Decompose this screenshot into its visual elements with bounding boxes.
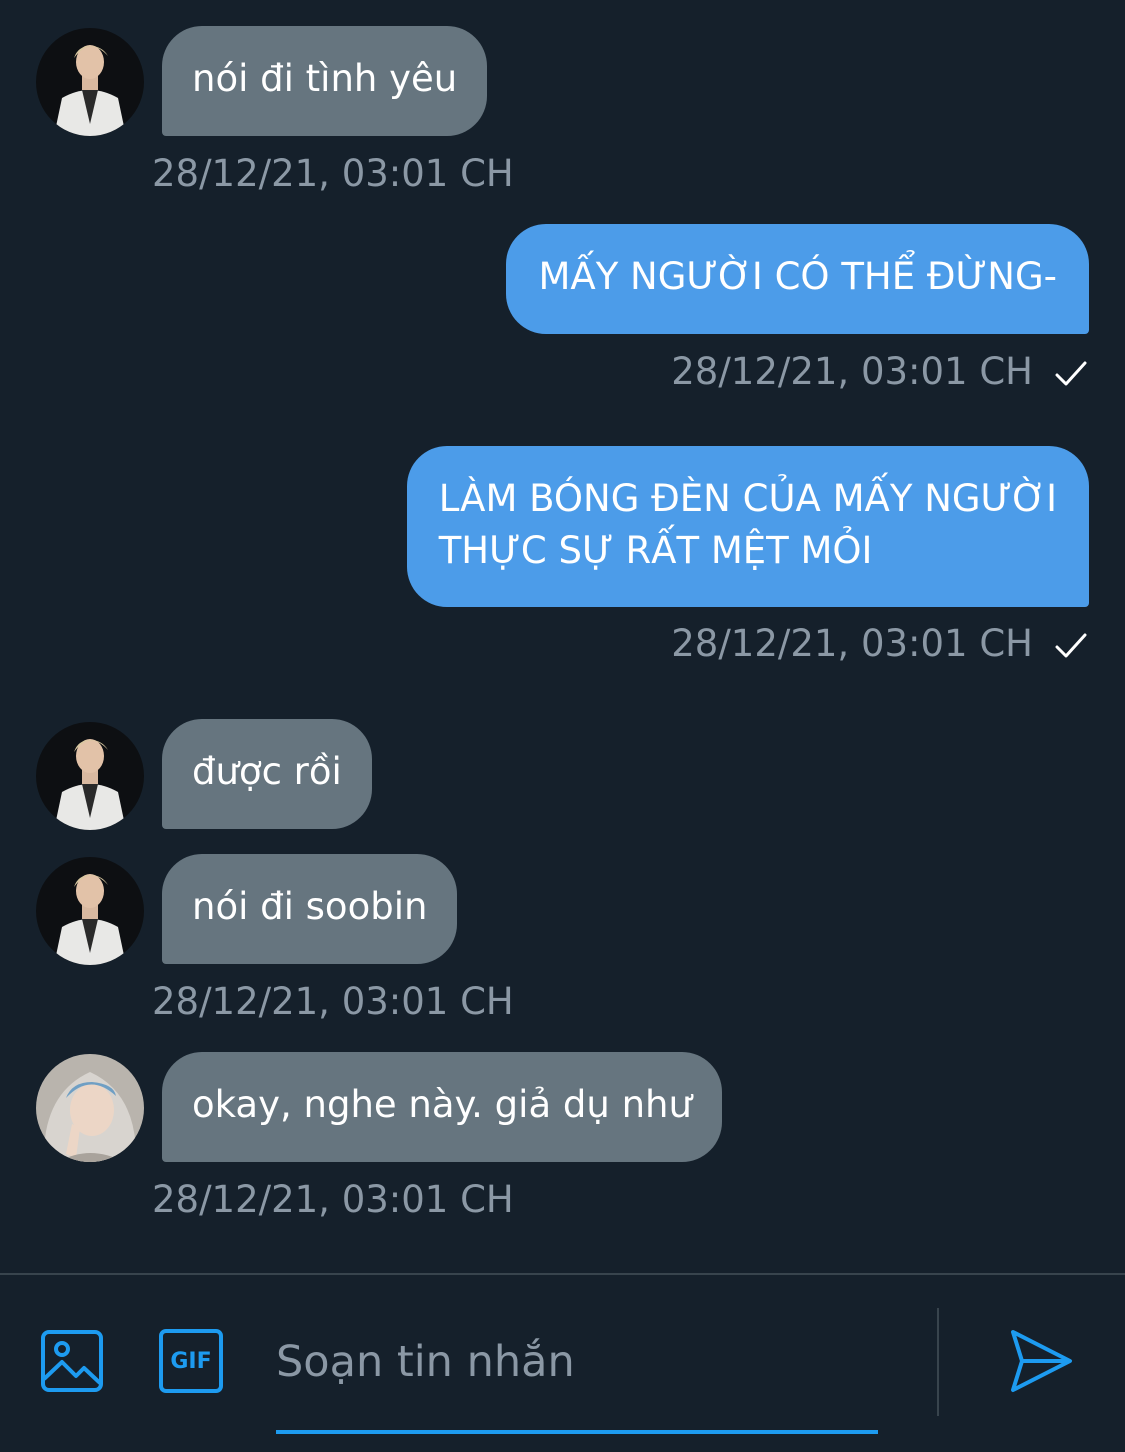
composer-vertical-divider bbox=[937, 1308, 939, 1416]
avatar-image bbox=[36, 1054, 144, 1162]
message-timestamp: 28/12/21, 03:01 CH bbox=[671, 350, 1033, 393]
message-text-line: LÀM BÓNG ĐÈN CỦA MẤY NGƯỜI bbox=[438, 477, 1057, 520]
message-timestamp: 28/12/21, 03:01 CH bbox=[671, 622, 1033, 665]
check-icon bbox=[1055, 361, 1087, 386]
avatar-contact-b[interactable] bbox=[36, 1054, 144, 1162]
image-icon[interactable] bbox=[40, 1329, 104, 1393]
message-text: okay, nghe này. giả dụ như bbox=[192, 1083, 692, 1126]
message-bubble-outgoing[interactable]: MẤY NGƯỜI CÓ THỂ ĐỪNG- bbox=[506, 224, 1089, 334]
message-bubble-incoming[interactable]: được rồi bbox=[162, 719, 372, 829]
message-bubble-outgoing[interactable]: LÀM BÓNG ĐÈN CỦA MẤY NGƯỜI THỰC SỰ RẤT M… bbox=[406, 446, 1089, 607]
gif-icon[interactable]: GIF bbox=[159, 1329, 223, 1393]
message-input[interactable] bbox=[276, 1320, 878, 1404]
composer-divider bbox=[0, 1273, 1125, 1275]
message-text: được rồi bbox=[192, 750, 342, 793]
dm-conversation: nói đi tình yêu 28/12/21, 03:01 CH MẤY N… bbox=[0, 0, 1125, 1452]
message-timestamp: 28/12/21, 03:01 CH bbox=[152, 152, 514, 195]
avatar-contact-a[interactable] bbox=[36, 722, 144, 830]
avatar-image bbox=[36, 722, 144, 830]
message-text-line: THỰC SỰ RẤT MỆT MỎI bbox=[438, 529, 873, 572]
message-text: nói đi soobin bbox=[192, 885, 428, 928]
message-text: nói đi tình yêu bbox=[192, 57, 458, 100]
avatar-image bbox=[36, 857, 144, 965]
message-timestamp: 28/12/21, 03:01 CH bbox=[152, 1178, 514, 1221]
message-timestamp: 28/12/21, 03:01 CH bbox=[152, 980, 514, 1023]
avatar-image bbox=[36, 28, 144, 136]
message-bubble-incoming[interactable]: nói đi tình yêu bbox=[162, 26, 488, 136]
check-icon bbox=[1055, 633, 1087, 658]
avatar-contact-a[interactable] bbox=[36, 857, 144, 965]
message-text: MẤY NGƯỜI CÓ THỂ ĐỪNG- bbox=[538, 255, 1057, 298]
gif-label: GIF bbox=[170, 1348, 212, 1374]
message-bubble-incoming[interactable]: okay, nghe này. giả dụ như bbox=[162, 1052, 722, 1162]
input-focus-underline bbox=[276, 1430, 878, 1434]
send-icon[interactable] bbox=[1008, 1328, 1074, 1394]
message-bubble-incoming[interactable]: nói đi soobin bbox=[162, 854, 458, 964]
avatar-contact-a[interactable] bbox=[36, 28, 144, 136]
